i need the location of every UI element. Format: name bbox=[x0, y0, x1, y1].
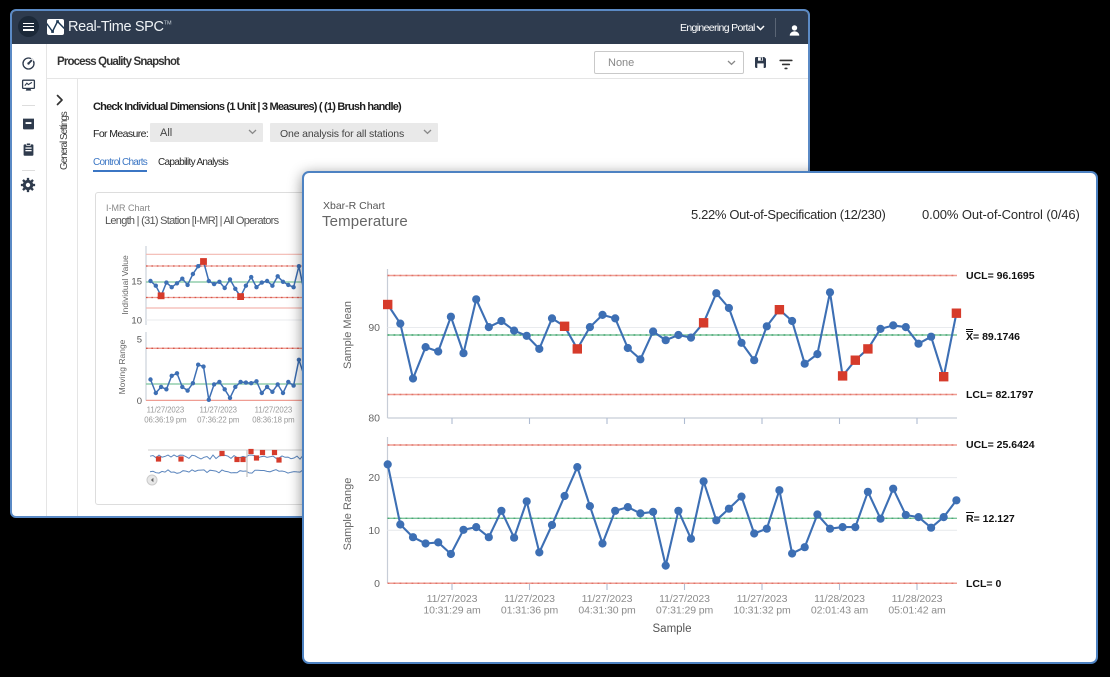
svg-text:Sample Range: Sample Range bbox=[342, 478, 354, 551]
svg-text:80: 80 bbox=[368, 413, 380, 425]
svg-text:10: 10 bbox=[368, 525, 380, 537]
svg-text:Sample Mean: Sample Mean bbox=[342, 301, 354, 369]
svg-text:20: 20 bbox=[368, 472, 380, 484]
svg-text:11/27/2023: 11/27/2023 bbox=[737, 593, 788, 605]
svg-text:Sample: Sample bbox=[653, 623, 692, 635]
svg-text:04:31:30 pm: 04:31:30 pm bbox=[578, 605, 636, 617]
svg-text:01:31:36 pm: 01:31:36 pm bbox=[501, 605, 559, 617]
svg-text:11/27/2023: 11/27/2023 bbox=[504, 593, 555, 605]
svg-text:11/27/2023: 11/27/2023 bbox=[427, 593, 478, 605]
svg-text:02:01:43 am: 02:01:43 am bbox=[811, 605, 869, 617]
svg-text:11/27/2023: 11/27/2023 bbox=[582, 593, 633, 605]
svg-text:11/28/2023: 11/28/2023 bbox=[892, 593, 943, 605]
svg-text:05:01:42 am: 05:01:42 am bbox=[888, 605, 946, 617]
svg-text:90: 90 bbox=[368, 322, 380, 334]
svg-text:0: 0 bbox=[374, 578, 380, 590]
svg-text:10:31:29 am: 10:31:29 am bbox=[423, 605, 481, 617]
svg-text:10:31:32 pm: 10:31:32 pm bbox=[733, 605, 791, 617]
svg-text:11/28/2023: 11/28/2023 bbox=[814, 593, 865, 605]
svg-text:07:31:29 pm: 07:31:29 pm bbox=[656, 605, 714, 617]
svg-text:11/27/2023: 11/27/2023 bbox=[659, 593, 710, 605]
